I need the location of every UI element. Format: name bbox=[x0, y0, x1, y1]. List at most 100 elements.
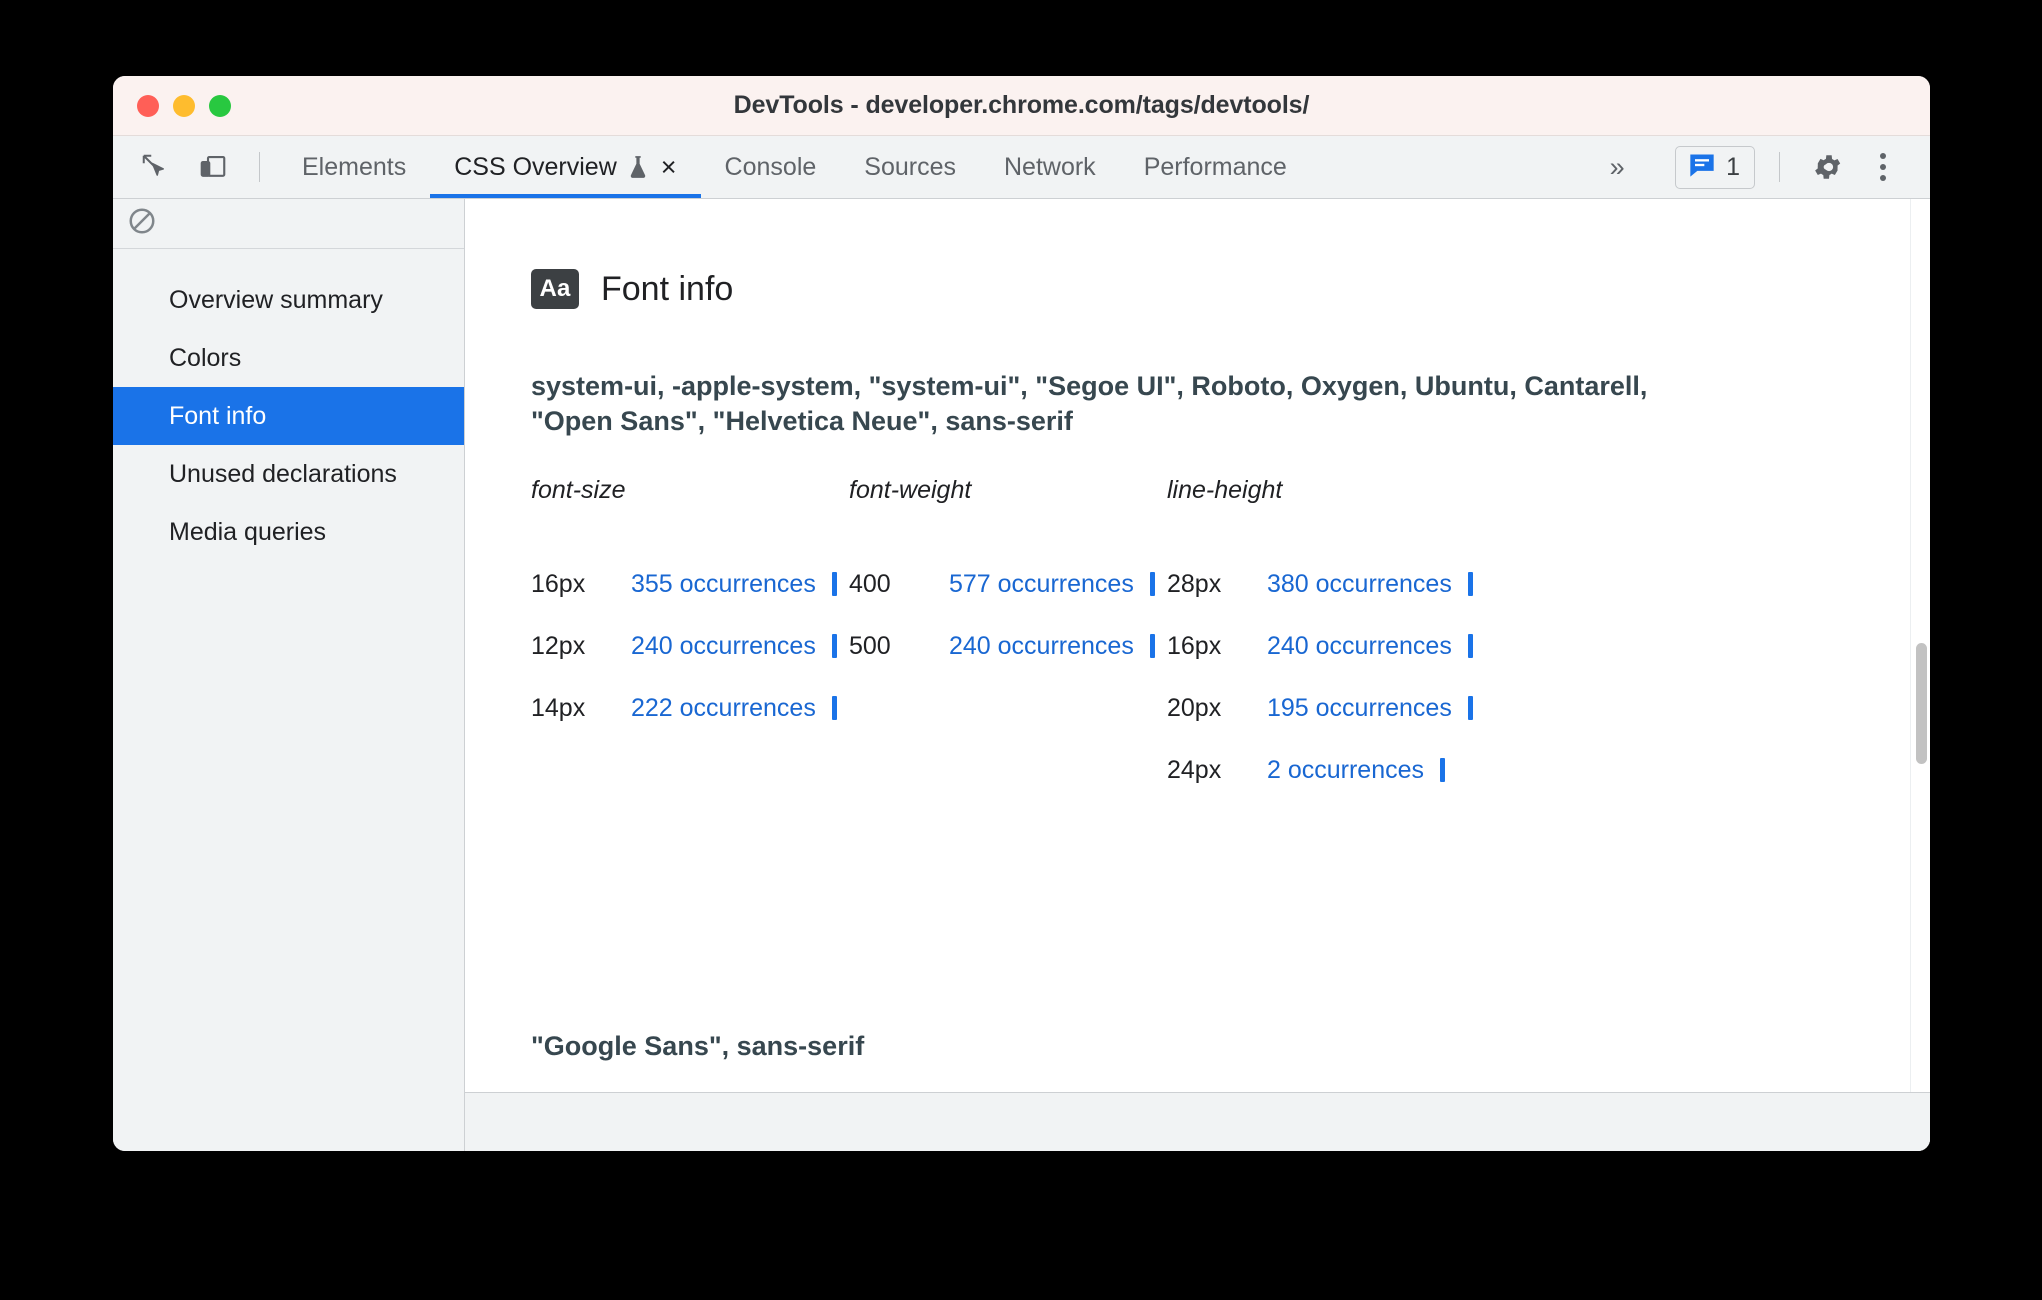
close-window-button[interactable] bbox=[137, 94, 159, 117]
metric-value: 12px bbox=[531, 631, 586, 660]
metric-occurrences-link[interactable]: 355 occurrences bbox=[631, 570, 816, 599]
metric-occurrences-link[interactable]: 240 occurrences bbox=[631, 632, 816, 661]
sidebar-items: Overview summary Colors Font info Unused… bbox=[113, 249, 464, 561]
sidebar-item-label: Colors bbox=[169, 343, 242, 372]
tab-label: Performance bbox=[1143, 152, 1287, 181]
metric-occurrences-link[interactable]: 240 occurrences bbox=[1267, 632, 1452, 661]
window-controls[interactable] bbox=[137, 94, 231, 117]
metric-cell-font-size: 16px 355 occurrences bbox=[531, 553, 849, 615]
section-header: Aa Font info bbox=[531, 269, 1930, 309]
screenshot-root: DevTools - developer.chrome.com/tags/dev… bbox=[0, 0, 2042, 1300]
metric-bar-indicator bbox=[1440, 758, 1446, 783]
window-titlebar: DevTools - developer.chrome.com/tags/dev… bbox=[113, 76, 1930, 136]
metric-cell-font-size: 12px 240 occurrences bbox=[531, 615, 849, 677]
font-info-panel: Aa Font info system-ui, -apple-system, "… bbox=[465, 199, 1930, 1093]
metric-cell-font-weight: 500 240 occurrences bbox=[849, 615, 1167, 677]
metric-bar-indicator bbox=[831, 572, 837, 597]
metric-bar-indicator bbox=[831, 634, 837, 659]
tab-elements[interactable]: Elements bbox=[278, 136, 430, 198]
sidebar-item-overview-summary[interactable]: Overview summary bbox=[113, 271, 464, 329]
tab-performance[interactable]: Performance bbox=[1120, 136, 1311, 198]
tab-label: Console bbox=[724, 152, 817, 181]
issues-message-icon bbox=[1688, 152, 1716, 183]
metric-cell-line-height: 28px 380 occurrences bbox=[1167, 553, 1487, 615]
tab-sources[interactable]: Sources bbox=[840, 136, 980, 198]
devtools-window: DevTools - developer.chrome.com/tags/dev… bbox=[113, 76, 1930, 1151]
metric-bar-indicator bbox=[1467, 572, 1473, 597]
metric-value: 16px bbox=[1167, 631, 1222, 660]
metric-cell-line-height: 24px 2 occurrences bbox=[1167, 739, 1487, 801]
metric-occurrences-link[interactable]: 222 occurrences bbox=[631, 694, 816, 723]
css-overview-content-wrap: Aa Font info system-ui, -apple-system, "… bbox=[465, 199, 1930, 1151]
metric-cell-font-size: 14px 222 occurrences bbox=[531, 677, 849, 739]
metric-bar-indicator bbox=[1149, 572, 1155, 597]
sidebar-item-label: Unused declarations bbox=[169, 459, 397, 488]
column-header-font-weight: font-weight bbox=[849, 476, 972, 505]
page-title: Font info bbox=[601, 269, 734, 308]
kebab-menu-icon[interactable] bbox=[1858, 142, 1908, 192]
metric-occurrences-link[interactable]: 195 occurrences bbox=[1267, 694, 1452, 723]
toolbar-divider bbox=[259, 152, 260, 182]
metric-value: 14px bbox=[531, 693, 586, 722]
metric-value: 500 bbox=[849, 631, 891, 660]
more-tabs-chevron-icon[interactable]: » bbox=[1591, 143, 1643, 191]
font-aa-badge-icon: Aa bbox=[531, 269, 579, 309]
metric-occurrences-link[interactable]: 2 occurrences bbox=[1267, 756, 1424, 785]
sidebar-item-colors[interactable]: Colors bbox=[113, 329, 464, 387]
metric-bar-indicator bbox=[1149, 634, 1155, 659]
metric-value: 20px bbox=[1167, 693, 1222, 722]
issues-button[interactable]: 1 bbox=[1675, 145, 1755, 189]
tab-label: Elements bbox=[302, 152, 407, 181]
kebab-dots bbox=[1880, 153, 1886, 181]
column-header-font-size: font-size bbox=[531, 476, 626, 505]
sidebar-item-unused-declarations[interactable]: Unused declarations bbox=[113, 445, 464, 503]
toolbar-divider-right bbox=[1779, 152, 1780, 182]
devtools-toolbar: Elements CSS Overview × Console Sources bbox=[113, 136, 1930, 199]
sidebar-item-label: Font info bbox=[169, 401, 267, 430]
device-toolbar-icon[interactable] bbox=[189, 143, 237, 191]
devtools-body: Overview summary Colors Font info Unused… bbox=[113, 199, 1930, 1151]
minimize-window-button[interactable] bbox=[173, 94, 195, 117]
sidebar-toolbar bbox=[113, 199, 464, 249]
metric-value: 16px bbox=[531, 569, 586, 598]
inspect-cursor-icon[interactable] bbox=[131, 143, 179, 191]
metric-occurrences-link[interactable]: 240 occurrences bbox=[949, 632, 1134, 661]
metric-cell-font-weight: 400 577 occurrences bbox=[849, 553, 1167, 615]
metric-value: 28px bbox=[1167, 569, 1222, 598]
panel-tabs: Elements CSS Overview × Console Sources bbox=[278, 136, 1311, 198]
font-family-stack-secondary: "Google Sans", sans-serif bbox=[531, 1031, 865, 1061]
devtools-drawer bbox=[465, 1093, 1930, 1151]
gear-icon[interactable] bbox=[1804, 142, 1854, 192]
clear-overview-icon[interactable] bbox=[127, 206, 157, 241]
close-icon[interactable]: × bbox=[661, 153, 677, 181]
font-family-stack-primary: system-ui, -apple-system, "system-ui", "… bbox=[531, 371, 1648, 436]
tab-console[interactable]: Console bbox=[701, 136, 841, 198]
metric-cell-line-height: 16px 240 occurrences bbox=[1167, 615, 1487, 677]
issues-count: 1 bbox=[1726, 152, 1740, 181]
metric-occurrences-link[interactable]: 380 occurrences bbox=[1267, 570, 1452, 599]
metric-occurrences-link[interactable]: 577 occurrences bbox=[949, 570, 1134, 599]
metric-bar-indicator bbox=[831, 696, 837, 721]
scrollbar-thumb[interactable] bbox=[1916, 643, 1927, 764]
font-metrics-grid: font-size font-weight line-height 16px 3… bbox=[531, 476, 1930, 801]
metric-bar-indicator bbox=[1467, 634, 1473, 659]
tab-network[interactable]: Network bbox=[980, 136, 1120, 198]
metric-bar-indicator bbox=[1467, 696, 1473, 721]
experiment-flask-icon bbox=[627, 154, 649, 180]
sidebar-item-font-info[interactable]: Font info bbox=[113, 387, 464, 445]
css-overview-sidebar: Overview summary Colors Font info Unused… bbox=[113, 199, 465, 1151]
toolbar-left-icons bbox=[131, 136, 278, 198]
window-title: DevTools - developer.chrome.com/tags/dev… bbox=[733, 91, 1310, 119]
tab-label: Sources bbox=[864, 152, 956, 181]
metric-value: 400 bbox=[849, 569, 891, 598]
tab-css-overview[interactable]: CSS Overview × bbox=[430, 136, 701, 198]
maximize-window-button[interactable] bbox=[209, 94, 231, 117]
column-header-line-height: line-height bbox=[1167, 476, 1283, 505]
sidebar-item-label: Media queries bbox=[169, 517, 327, 546]
content-scrollbar[interactable] bbox=[1910, 199, 1930, 1092]
sidebar-item-media-queries[interactable]: Media queries bbox=[113, 503, 464, 561]
toolbar-right-icons: » 1 bbox=[1591, 136, 1930, 198]
tab-label: Network bbox=[1004, 152, 1096, 181]
metric-value: 24px bbox=[1167, 755, 1222, 784]
sidebar-item-label: Overview summary bbox=[169, 285, 383, 314]
